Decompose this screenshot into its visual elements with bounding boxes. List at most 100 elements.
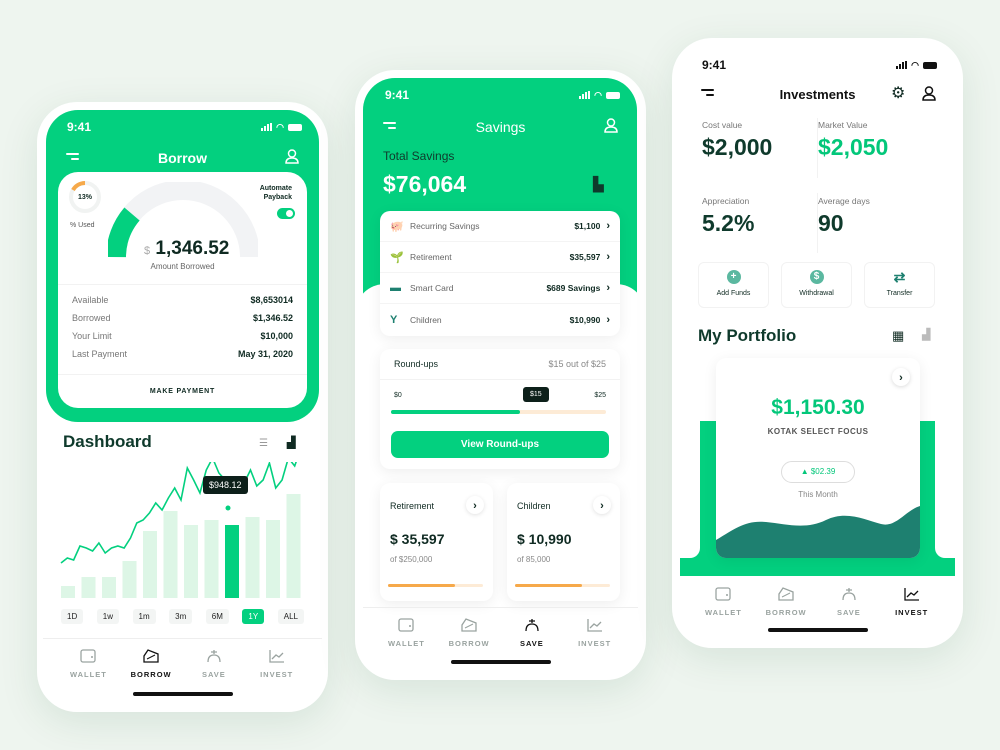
chart-bar: [81, 577, 96, 598]
detail-row: Borrowed $1,346.52: [72, 313, 293, 323]
action-withdrawal[interactable]: $ Withdrawal: [781, 262, 852, 308]
chart-icon[interactable]: ▙: [593, 176, 604, 193]
nav-borrow[interactable]: BORROW: [444, 617, 494, 648]
range-1w[interactable]: 1w: [96, 609, 119, 624]
dashboard-chart: [60, 462, 301, 598]
settings-icon[interactable]: ⚙: [891, 83, 905, 103]
roundups-progress: [391, 410, 606, 414]
goal-progress: [515, 584, 610, 587]
detail-label: Last Payment: [72, 349, 128, 359]
savings-item[interactable]: ▬ Smart Card $689 Savings ›: [380, 273, 620, 304]
detail-label: Borrowed: [72, 313, 111, 323]
borrow-icon: [461, 618, 477, 632]
savings-phone: 9:41 ◠ Savings Total Savings $76,064 ▙ 🐖 R…: [355, 70, 646, 680]
page-title: Savings: [475, 119, 526, 135]
nav-save[interactable]: SAVE: [507, 617, 557, 648]
wifi-icon: ◠: [594, 89, 602, 100]
profile-icon[interactable]: [285, 149, 299, 164]
nav-invest[interactable]: INVEST: [887, 586, 937, 617]
total-savings: $76,064: [383, 171, 467, 197]
range-1m[interactable]: 1m: [132, 609, 156, 624]
amount-borrowed: 1,346.52: [155, 238, 230, 259]
nav-save[interactable]: SAVE: [189, 648, 239, 679]
nav-borrow[interactable]: BORROW: [126, 648, 176, 679]
piggy-bank-icon: 🐖: [390, 220, 404, 233]
profile-icon[interactable]: [922, 86, 936, 101]
portfolio-area-chart: [716, 506, 920, 558]
chart-line: [60, 462, 297, 564]
detail-value: May 31, 2020: [237, 349, 293, 359]
investments-phone: 9:41 ◠ Investments ⚙ Cost value $2,000 Mark…: [672, 38, 963, 648]
chart-bar: [245, 517, 260, 598]
chart-bar: [286, 494, 301, 598]
battery-icon: [606, 91, 620, 99]
action-add-funds[interactable]: + Add Funds: [698, 262, 769, 308]
nav-wallet[interactable]: WALLET: [381, 617, 431, 648]
battery-icon: [288, 123, 302, 131]
chart-bar: [204, 520, 219, 598]
range-all[interactable]: ALL: [277, 609, 304, 624]
nav-invest[interactable]: INVEST: [252, 648, 302, 679]
chart-view-icon[interactable]: ▟: [922, 328, 930, 341]
range-selector: 1D 1w 1m 3m 6M 1Y ALL: [61, 609, 304, 624]
up-triangle-icon: ▲: [800, 467, 809, 476]
battery-icon: [923, 61, 937, 69]
detail-row: Available $8,653014: [72, 295, 293, 305]
make-payment-button[interactable]: MAKE PAYMENT: [58, 388, 307, 395]
chevron-right-icon[interactable]: ›: [593, 496, 611, 514]
range-6m[interactable]: 6M: [205, 609, 229, 624]
borrow-phone: 9:41 ◠ Borrow 13% % Used Automate Payback…: [37, 102, 328, 712]
savings-item[interactable]: Y Children $10,990 ›: [380, 304, 620, 335]
borrow-icon: [778, 587, 794, 601]
goal-card[interactable]: Children › $ 10,990 of 85,000: [507, 483, 620, 601]
action-transfer[interactable]: ⇄ Transfer: [864, 262, 935, 308]
roundups-tooltip: $15: [523, 387, 549, 402]
detail-value: $1,346.52: [252, 313, 293, 323]
chart-tooltip: $948.12: [203, 476, 248, 494]
range-1y[interactable]: 1Y: [242, 609, 265, 624]
invest-icon: [586, 619, 602, 632]
money-bag-icon: $: [809, 270, 824, 284]
goal-card[interactable]: Retirement › $ 35,597 of $250,000: [380, 483, 493, 601]
chevron-right-icon: ›: [606, 251, 610, 263]
portfolio-card[interactable]: › $1,150.30 KOTAK SELECT FOCUS ▲ $02.39 …: [716, 358, 920, 558]
goal-progress: [388, 584, 483, 587]
save-icon: [842, 588, 856, 601]
chevron-right-icon[interactable]: ›: [892, 368, 910, 386]
nav-wallet[interactable]: WALLET: [63, 648, 113, 679]
list-view-icon[interactable]: ☰: [259, 438, 268, 449]
chart-bar: [163, 511, 178, 598]
wifi-icon: ◠: [276, 121, 284, 132]
automate-payback-toggle[interactable]: [277, 208, 295, 219]
grid-view-icon[interactable]: ▦: [892, 328, 904, 344]
chart-bar: [122, 561, 137, 598]
range-3m[interactable]: 3m: [169, 609, 193, 624]
stat-appreciation: Appreciation 5.2%: [702, 196, 755, 236]
chevron-right-icon[interactable]: ›: [466, 496, 484, 514]
bottom-nav: WALLET BORROW SAVE INVEST: [672, 586, 963, 617]
savings-item[interactable]: 🌱 Retirement $35,597 ›: [380, 242, 620, 273]
save-icon: [207, 650, 221, 663]
savings-item[interactable]: 🐖 Recurring Savings $1,100 ›: [380, 211, 620, 242]
stat-market-value: Market Value $2,050: [818, 120, 889, 160]
chart-bar: [225, 525, 239, 598]
view-roundups-button[interactable]: View Round-ups: [391, 431, 609, 458]
stat-cost-value: Cost value $2,000: [702, 120, 773, 160]
chart-view-icon[interactable]: ▟: [287, 436, 295, 449]
chevron-right-icon: ›: [606, 282, 610, 294]
nav-save[interactable]: SAVE: [824, 586, 874, 617]
profile-icon[interactable]: [604, 118, 618, 133]
chart-point: [225, 505, 231, 511]
borrow-icon: [143, 649, 159, 663]
nav-borrow[interactable]: BORROW: [761, 586, 811, 617]
detail-value: $8,653014: [250, 295, 293, 305]
nav-wallet[interactable]: WALLET: [698, 586, 748, 617]
stat-average-days: Average days 90: [818, 196, 870, 236]
chart-bar: [61, 586, 75, 598]
detail-label: Your Limit: [72, 331, 112, 341]
nav-invest[interactable]: INVEST: [570, 617, 620, 648]
range-1d[interactable]: 1D: [61, 609, 84, 624]
borrow-details: Available $8,653014 Borrowed $1,346.52 Your …: [72, 295, 293, 367]
home-indicator: [132, 692, 233, 696]
bottom-nav: WALLET BORROW SAVE INVEST: [355, 617, 646, 648]
